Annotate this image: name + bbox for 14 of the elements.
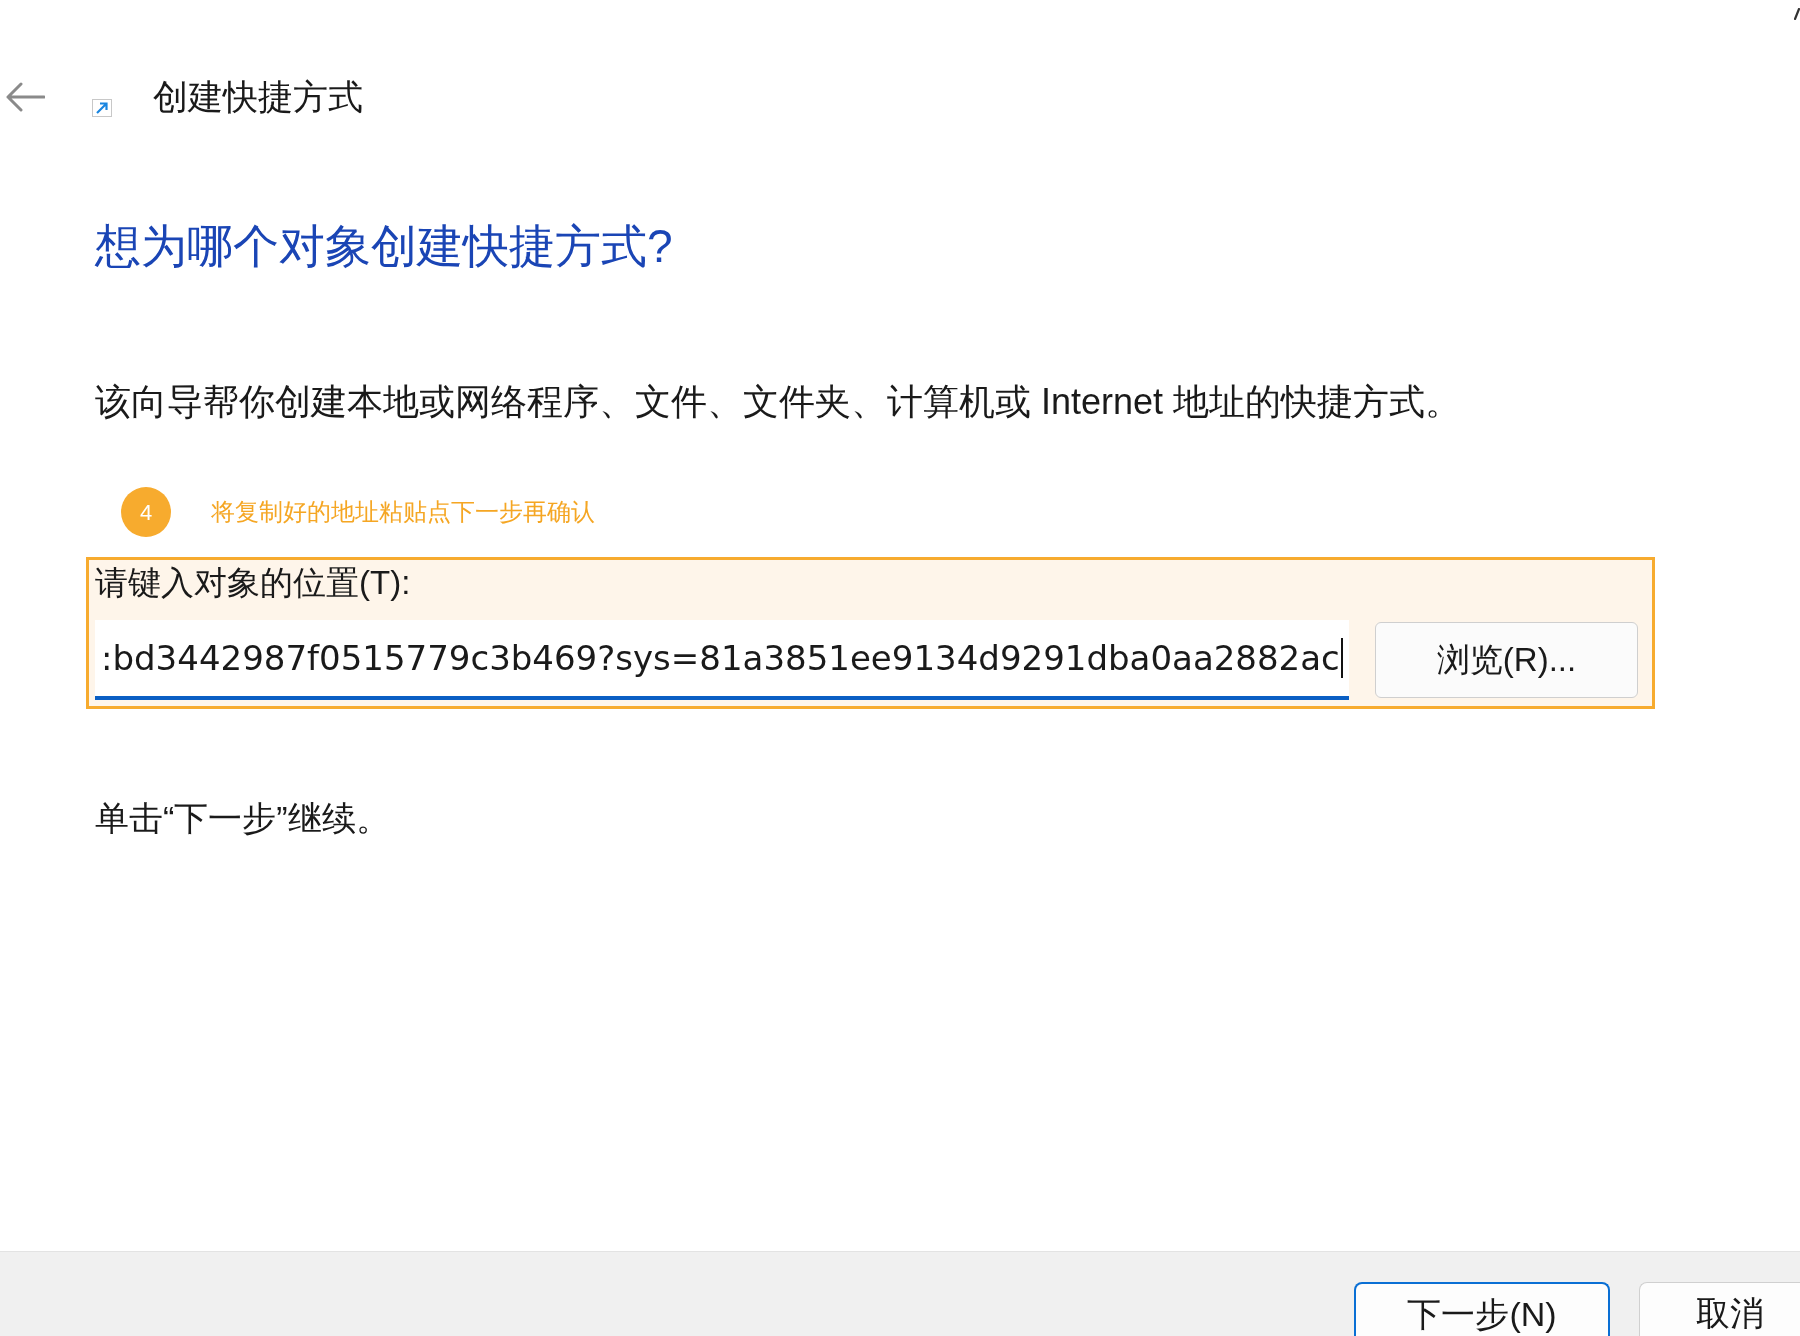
browse-button[interactable]: 浏览(R)... (1375, 622, 1638, 698)
wizard-heading: 想为哪个对象创建快捷方式? (95, 219, 674, 274)
text-cursor-icon (1340, 638, 1343, 678)
annotation-text: 将复制好的地址粘贴点下一步再确认 (211, 497, 595, 527)
window-title: 创建快捷方式 (153, 76, 363, 118)
next-button[interactable]: 下一步(N) (1354, 1282, 1610, 1336)
back-arrow-icon[interactable] (5, 82, 45, 112)
field-label: 请键入对象的位置(T): (95, 563, 412, 603)
instruction-text: 单击“下一步”继续。 (95, 798, 391, 839)
step-number-badge: 4 (121, 487, 171, 537)
slash-icon (1794, 8, 1800, 20)
description-text: 该向导帮你创建本地或网络程序、文件、文件夹、计算机或 Internet 地址的快捷方式。 (95, 381, 1463, 423)
cancel-button[interactable]: 取消 (1639, 1282, 1800, 1336)
location-input-field[interactable]: :bd3442987f0515779c3b469?sys=81a3851ee9134d9291dba0aa2882ac (95, 620, 1349, 700)
